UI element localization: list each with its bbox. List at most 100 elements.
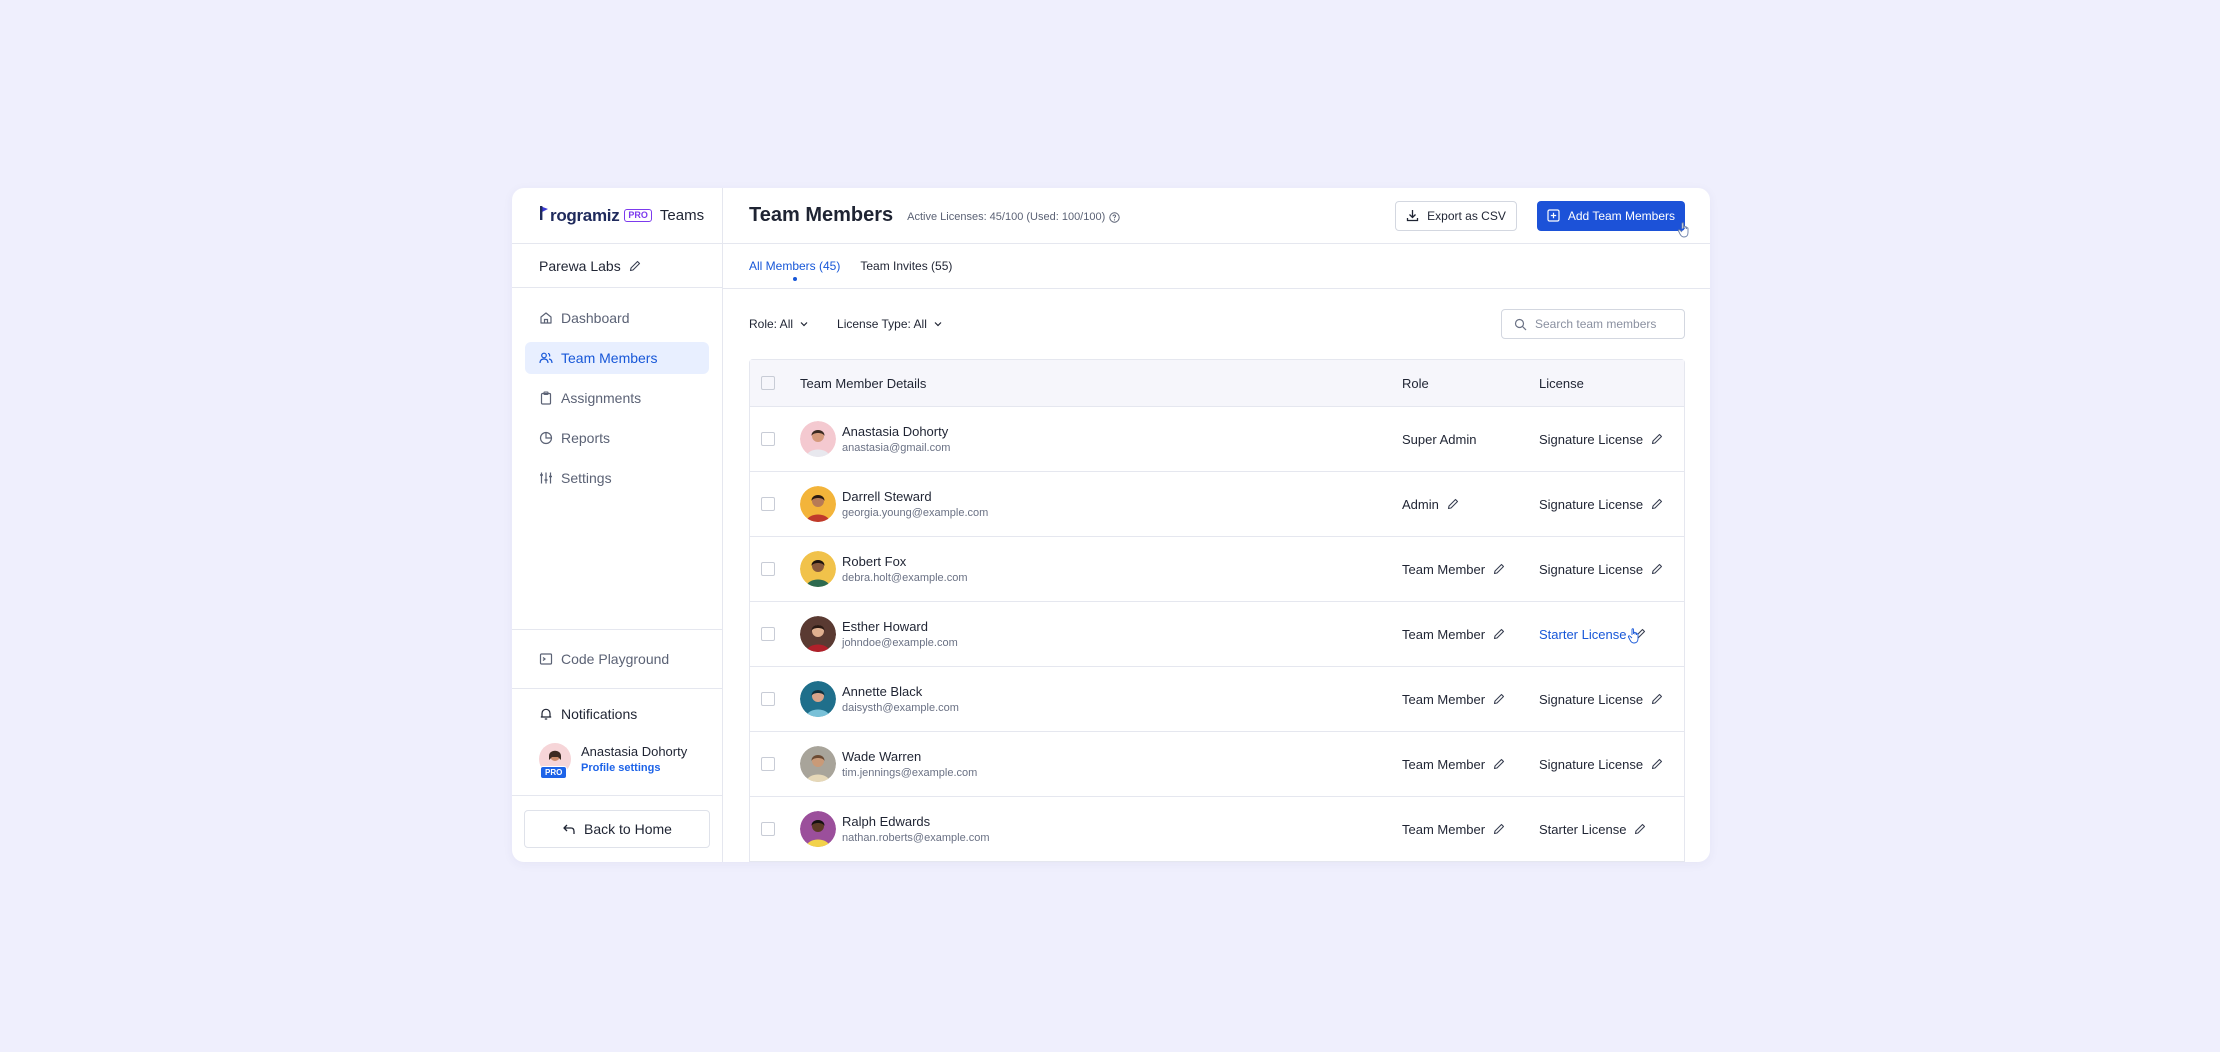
profile-pro-badge: PRO: [540, 766, 568, 779]
sidebar-item-dashboard[interactable]: Dashboard: [525, 302, 709, 334]
sidebar-item-team-members[interactable]: Team Members: [525, 342, 709, 374]
search-input[interactable]: [1535, 317, 1675, 331]
notifications-label: Notifications: [561, 706, 638, 722]
pie-chart-icon: [539, 431, 553, 445]
profile-block[interactable]: PRO Anastasia Dohorty Profile settings: [512, 733, 722, 785]
header-role: Role: [1402, 375, 1429, 391]
sidebar-item-settings[interactable]: Settings: [525, 462, 709, 494]
row-checkbox[interactable]: [761, 497, 775, 511]
pencil-icon[interactable]: [1447, 498, 1459, 510]
member-role-label: Team Member: [1402, 561, 1486, 577]
sidebar-item-reports[interactable]: Reports: [525, 422, 709, 454]
avatar: [800, 681, 836, 717]
back-to-home-button[interactable]: Back to Home: [524, 810, 710, 848]
main-content: Team Members Active Licenses: 45/100 (Us…: [723, 188, 1710, 862]
members-table: Team Member Details Role License Anastas…: [749, 359, 1685, 862]
row-checkbox[interactable]: [761, 562, 775, 576]
avatar: PRO: [539, 743, 571, 779]
member-email: anastasia@gmail.com: [842, 442, 951, 454]
back-to-home-label: Back to Home: [584, 821, 672, 837]
brand-logo-text: rogramiz: [550, 205, 620, 225]
tab-team-invites[interactable]: Team Invites (55): [860, 259, 952, 273]
return-arrow-icon: [563, 824, 575, 834]
member-role: Super Admin: [1402, 432, 1539, 447]
pencil-icon[interactable]: [1493, 758, 1505, 770]
avatar: [800, 746, 836, 782]
sidebar-item-label: Settings: [561, 470, 612, 486]
member-role: Team Member: [1402, 822, 1539, 837]
terminal-icon: [539, 653, 553, 665]
avatar: [800, 421, 836, 457]
header-details: Team Member Details: [800, 375, 927, 391]
license-filter-dropdown[interactable]: License Type: All: [837, 317, 943, 331]
member-license-label: Signature License: [1539, 496, 1644, 512]
search-box[interactable]: [1501, 309, 1685, 339]
download-icon: [1406, 210, 1419, 222]
row-checkbox[interactable]: [761, 432, 775, 446]
tab-all-members[interactable]: All Members (45): [749, 259, 840, 273]
code-playground-label: Code Playground: [561, 651, 670, 667]
sliders-icon: [540, 472, 552, 484]
member-details: Anastasia Dohorty anastasia@gmail.com: [800, 421, 1402, 457]
code-playground-link[interactable]: Code Playground: [512, 630, 722, 688]
member-license-label: Signature License: [1539, 431, 1644, 447]
table-row[interactable]: Darrell Steward georgia.young@example.com…: [750, 472, 1684, 537]
member-details: Robert Fox debra.holt@example.com: [800, 551, 1402, 587]
member-role-label: Team Member: [1402, 756, 1486, 772]
member-license[interactable]: Starter License: [1539, 627, 1646, 643]
member-role-label: Super Admin: [1402, 431, 1477, 447]
pencil-icon[interactable]: [1493, 823, 1505, 835]
member-license-label: Signature License: [1539, 691, 1644, 707]
programiz-logo[interactable]: rogramiz: [539, 205, 620, 226]
programiz-logo-icon: [539, 205, 549, 226]
export-csv-button[interactable]: Export as CSV: [1395, 200, 1517, 231]
table-row[interactable]: Annette Black daisysth@example.com Team Me…: [750, 667, 1684, 732]
avatar: [800, 616, 836, 652]
member-license-label: Signature License: [1539, 561, 1644, 577]
pencil-icon[interactable]: [1651, 563, 1663, 575]
pencil-icon[interactable]: [1634, 823, 1646, 835]
back-section: Back to Home: [512, 795, 722, 862]
help-icon[interactable]: [1109, 211, 1120, 223]
bell-icon: [540, 708, 552, 720]
member-role: Team Member: [1402, 692, 1539, 707]
table-row[interactable]: Ralph Edwards nathan.roberts@example.com T…: [750, 797, 1684, 862]
license-filter-label: License Type: All: [837, 317, 927, 331]
table-row[interactable]: Robert Fox debra.holt@example.com Team Mem…: [750, 537, 1684, 602]
member-email: tim.jennings@example.com: [842, 767, 978, 779]
select-all-checkbox[interactable]: [761, 376, 775, 390]
filter-bar: Role: All License Type: All: [723, 289, 1710, 359]
hand-cursor-icon: [1677, 221, 1689, 237]
pencil-icon[interactable]: [1493, 628, 1505, 640]
table-row[interactable]: Wade Warren tim.jennings@example.com Team …: [750, 732, 1684, 797]
row-checkbox[interactable]: [761, 692, 775, 706]
sidebar-item-assignments[interactable]: Assignments: [525, 382, 709, 414]
member-details: Darrell Steward georgia.young@example.com: [800, 486, 1402, 522]
row-checkbox[interactable]: [761, 627, 775, 641]
add-team-members-button[interactable]: Add Team Members: [1536, 200, 1689, 237]
row-checkbox[interactable]: [761, 822, 775, 836]
member-role-label: Team Member: [1402, 691, 1486, 707]
pencil-icon[interactable]: [1651, 498, 1663, 510]
brand-product: Teams: [659, 207, 705, 224]
pencil-icon[interactable]: [1493, 563, 1505, 575]
pencil-icon[interactable]: [1651, 758, 1663, 770]
pencil-icon[interactable]: [1651, 693, 1663, 705]
member-details: Ralph Edwards nathan.roberts@example.com: [800, 811, 1402, 847]
pencil-icon[interactable]: [1651, 433, 1663, 445]
member-email: daisysth@example.com: [842, 702, 959, 714]
notifications-link[interactable]: Notifications: [512, 689, 722, 733]
role-filter-label: Role: All: [749, 317, 794, 331]
member-role-label: Admin: [1402, 496, 1439, 512]
table-row[interactable]: Esther Howard johndoe@example.com Team Mem…: [750, 602, 1684, 667]
page-title: Team Members: [749, 204, 894, 226]
code-playground-section: Code Playground: [512, 629, 722, 688]
table-row[interactable]: Anastasia Dohorty anastasia@gmail.com Supe…: [750, 407, 1684, 472]
row-checkbox[interactable]: [761, 757, 775, 771]
pencil-icon[interactable]: [1493, 693, 1505, 705]
member-license-label: Signature License: [1539, 756, 1644, 772]
pencil-icon[interactable]: [629, 260, 641, 272]
member-email: georgia.young@example.com: [842, 507, 989, 519]
role-filter-dropdown[interactable]: Role: All: [749, 317, 809, 331]
profile-settings-link[interactable]: Profile settings: [581, 762, 687, 774]
